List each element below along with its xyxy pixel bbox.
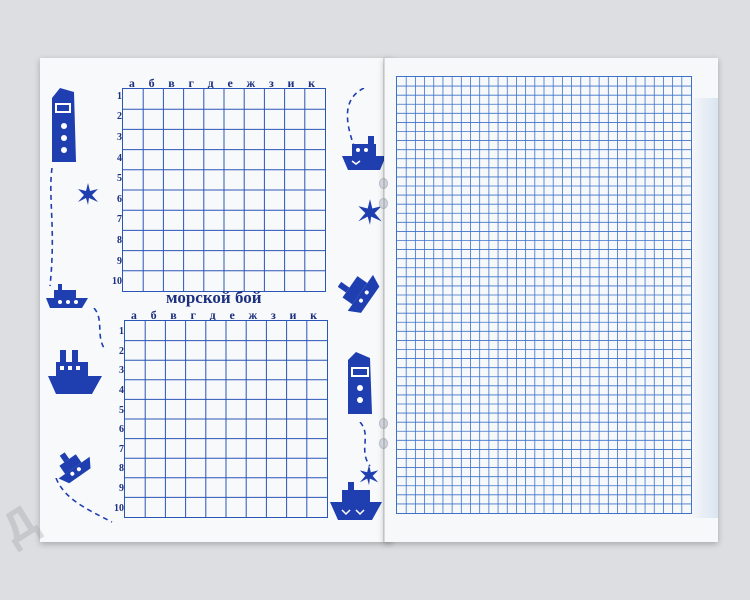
dashed-route-icon xyxy=(49,168,54,287)
ship-icon xyxy=(348,352,372,414)
grid-lines xyxy=(123,89,325,291)
dashed-route-icon xyxy=(93,308,105,348)
row-number: 10 xyxy=(114,502,124,514)
left-page: а б в г д е ж з и к 1 2 3 4 5 6 7 8 9 10… xyxy=(40,58,392,542)
steamship-icon xyxy=(330,482,382,520)
page-edge-shadow xyxy=(690,98,718,518)
notebook-photo: а б в г д е ж з и к 1 2 3 4 5 6 7 8 9 10… xyxy=(0,0,750,600)
ship-icon xyxy=(338,274,380,313)
ship-icon xyxy=(52,88,76,162)
right-page xyxy=(384,58,718,542)
row-number: 10 xyxy=(112,276,122,288)
star-icon xyxy=(78,183,98,205)
dashed-route-icon xyxy=(55,478,113,523)
bottom-battle-grid xyxy=(124,320,328,518)
top-battle-grid xyxy=(122,88,326,292)
page-fold xyxy=(383,58,385,542)
grid-lines xyxy=(397,77,691,513)
grid-lines xyxy=(125,321,327,517)
graph-paper-grid xyxy=(396,76,692,514)
top-grid-row-numbers: 1 2 3 4 5 6 7 8 9 10 xyxy=(104,86,122,292)
steamship-icon xyxy=(48,350,102,394)
sheet-title: морской бой xyxy=(166,288,262,307)
tugboat-icon xyxy=(46,284,88,308)
dashed-route-icon xyxy=(359,422,371,466)
steamship-icon xyxy=(342,136,386,170)
